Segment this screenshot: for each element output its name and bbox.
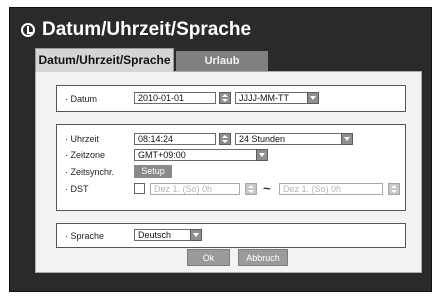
ok-button[interactable]: Ok [187, 249, 230, 266]
chevron-down-icon[interactable] [256, 149, 268, 161]
date-input[interactable]: 2010-01-01 [134, 92, 216, 104]
date-format-select[interactable]: JJJJ-MM-TT [235, 92, 314, 104]
dst-end-field[interactable]: Dez 1. (So) 0h [279, 183, 383, 195]
chevron-down-icon[interactable] [341, 133, 353, 145]
hour-format-select[interactable]: 24 Stunden [235, 133, 353, 145]
date-label: · Datum [65, 94, 98, 104]
dst-end-spinner[interactable] [388, 183, 400, 195]
cancel-button[interactable]: Abbruch [238, 249, 288, 266]
timezone-label: · Zeitzone [65, 150, 106, 160]
setup-button[interactable]: Setup [134, 165, 172, 178]
date-spinner[interactable] [219, 92, 231, 104]
timezone-select[interactable]: GMT+09:00 [134, 149, 268, 161]
tab-urlaub[interactable]: Urlaub [176, 51, 268, 71]
clock-icon [21, 23, 35, 37]
window-title: Datum/Uhrzeit/Sprache [42, 19, 252, 40]
dst-label: · DST [65, 184, 89, 194]
dst-start-field[interactable]: Dez 1. (So) 0h [150, 183, 240, 195]
settings-panel: · Datum 2010-01-01 JJJJ-MM-TT · Uhrzeit … [35, 71, 422, 273]
tab-datum-uhrzeit-sprache[interactable]: Datum/Uhrzeit/Sprache [35, 48, 174, 72]
time-label: · Uhrzeit [65, 134, 100, 144]
language-label: · Sprache [65, 231, 105, 241]
title-bar: Datum/Uhrzeit/Sprache [10, 8, 431, 48]
chevron-down-icon[interactable] [307, 92, 319, 104]
time-input[interactable]: 08:14:24 [134, 133, 216, 145]
time-sync-label: · Zeitsynchr. [65, 167, 115, 177]
dst-range-separator: ~ [263, 181, 271, 196]
date-group: · Datum 2010-01-01 JJJJ-MM-TT [56, 85, 406, 112]
time-spinner[interactable] [219, 133, 231, 145]
dst-checkbox[interactable] [134, 183, 145, 194]
dst-start-spinner[interactable] [245, 183, 257, 195]
settings-window: Datum/Uhrzeit/Sprache Datum/Uhrzeit/Spra… [9, 7, 432, 292]
language-group: · Sprache Deutsch [56, 223, 406, 248]
chevron-down-icon[interactable] [190, 229, 202, 241]
time-group: · Uhrzeit 08:14:24 24 Stunden · Zeitzone… [56, 124, 406, 211]
